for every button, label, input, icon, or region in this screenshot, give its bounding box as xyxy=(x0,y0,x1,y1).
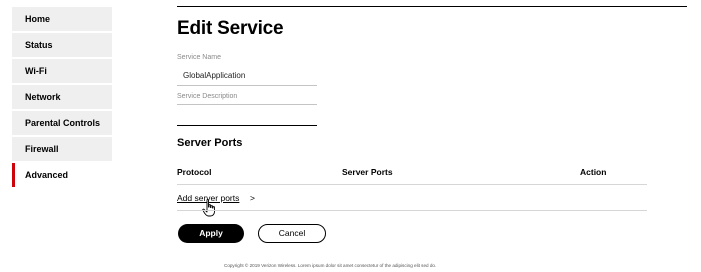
sidebar-item-firewall[interactable]: Firewall xyxy=(12,137,112,161)
table-header-divider xyxy=(177,184,647,185)
header-divider xyxy=(177,6,687,7)
protocol-column-header: Protocol xyxy=(177,167,212,177)
apply-button[interactable]: Apply xyxy=(178,224,244,243)
service-description-label: Service Description xyxy=(177,93,238,100)
sidebar-item-home[interactable]: Home xyxy=(12,7,112,31)
action-column-header: Action xyxy=(580,167,607,177)
page-title: Edit Service xyxy=(177,18,284,39)
hand-pointer-icon xyxy=(202,199,215,217)
sidebar-item-status[interactable]: Status xyxy=(12,33,112,57)
sidebar-item-advanced[interactable]: Advanced xyxy=(12,163,112,187)
sidebar-item-parental-controls[interactable]: Parental Controls xyxy=(12,111,112,135)
table-row-divider xyxy=(177,210,647,211)
footer-copyright: Copyright © 2019 Verizon Wireless. Lorem… xyxy=(224,263,437,268)
server-ports-title: Server Ports xyxy=(177,137,243,149)
cancel-button[interactable]: Cancel xyxy=(258,224,326,243)
chevron-right-icon: > xyxy=(250,193,255,203)
service-description-underline xyxy=(177,125,317,126)
service-name-input[interactable]: GlobalApplication xyxy=(177,71,317,80)
service-name-underline xyxy=(177,85,317,86)
sidebar-item-network[interactable]: Network xyxy=(12,85,112,109)
service-name-label: Service Name xyxy=(177,54,221,61)
sidebar-item-wifi[interactable]: Wi-Fi xyxy=(12,59,112,83)
sidebar-nav: Home Status Wi-Fi Network Parental Contr… xyxy=(12,7,112,189)
server-ports-column-header: Server Ports xyxy=(342,167,393,177)
service-description-top-underline xyxy=(177,104,317,105)
